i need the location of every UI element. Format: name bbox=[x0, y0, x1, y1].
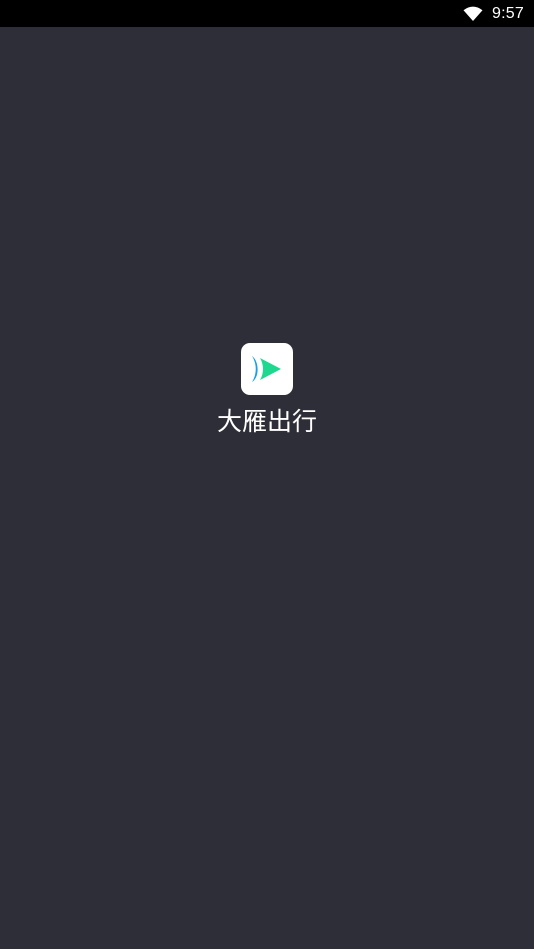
app-logo-icon bbox=[241, 343, 293, 395]
splash-screen: 9:57 大雁出行 bbox=[0, 0, 534, 949]
status-time: 9:57 bbox=[492, 4, 524, 22]
wifi-icon bbox=[462, 6, 484, 22]
app-name: 大雁出行 bbox=[216, 407, 317, 436]
status-bar: 9:57 bbox=[0, 0, 534, 27]
